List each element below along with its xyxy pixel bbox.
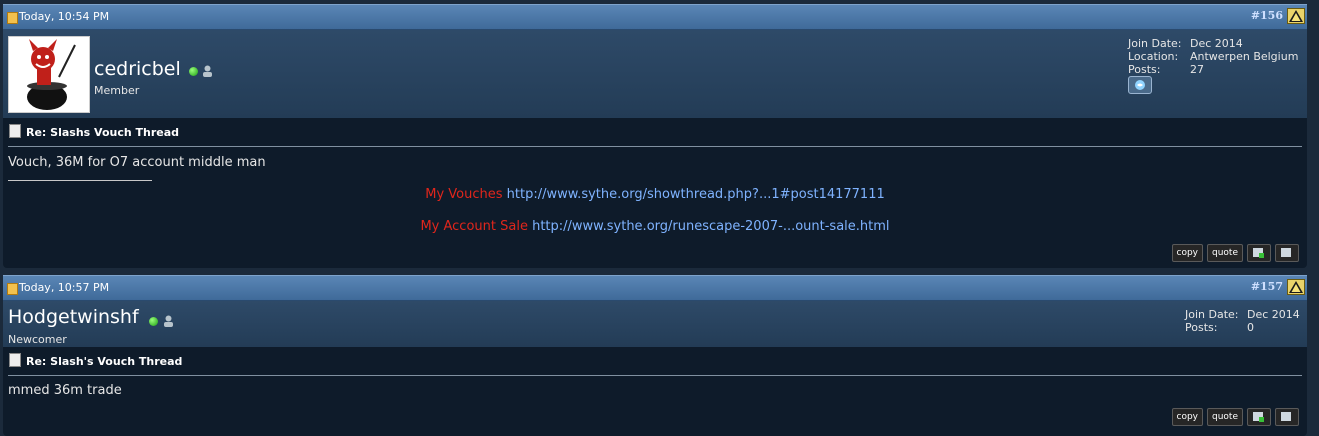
post-header: Today, 10:57 PM #157 bbox=[3, 275, 1307, 301]
post-content: Re: Slash's Vouch Thread mmed 36m trade … bbox=[3, 347, 1307, 436]
user-info: cedricbel Member Join Date: Dec 2014 Loca… bbox=[3, 30, 1307, 118]
post-number-link[interactable]: #156 bbox=[1251, 9, 1283, 22]
user-info: Hodgetwinshf Newcomer Join Date: Dec 2014… bbox=[3, 301, 1307, 347]
skype-icon[interactable] bbox=[1128, 76, 1152, 94]
user-icon[interactable] bbox=[163, 315, 174, 327]
join-date-label: Join Date: bbox=[1128, 37, 1182, 50]
post-actions: copy quote bbox=[1171, 408, 1299, 426]
posts-label: Posts: bbox=[1128, 63, 1161, 76]
doc-icon bbox=[7, 283, 18, 295]
username-link[interactable]: cedricbel bbox=[94, 58, 181, 80]
post-title-text: Re: Slashs Vouch Thread bbox=[26, 126, 180, 139]
post-156: Today, 10:54 PM #156 cedricbel Member Jo… bbox=[3, 4, 1307, 268]
copy-button[interactable]: copy bbox=[1171, 408, 1203, 426]
post-date: Today, 10:54 PM bbox=[19, 10, 110, 23]
signature-link[interactable]: http://www.sythe.org/showthread.php?...1… bbox=[507, 187, 885, 202]
post-title: Re: Slash's Vouch Thread bbox=[9, 353, 182, 368]
signature-line: My Account Sale http://www.sythe.org/run… bbox=[3, 219, 1307, 234]
posts-label: Posts: bbox=[1185, 321, 1218, 334]
quote-button[interactable]: quote bbox=[1207, 244, 1243, 262]
join-date-value: Dec 2014 bbox=[1247, 308, 1300, 321]
edit-icon[interactable] bbox=[1275, 408, 1299, 426]
warning-icon[interactable] bbox=[1287, 8, 1305, 24]
online-dot-icon bbox=[149, 317, 158, 326]
post-title-text: Re: Slash's Vouch Thread bbox=[26, 355, 183, 368]
post-title: Re: Slashs Vouch Thread bbox=[9, 124, 179, 139]
signature-link[interactable]: http://www.sythe.org/runescape-2007-...o… bbox=[532, 219, 889, 234]
post-message: Vouch, 36M for O7 account middle man bbox=[8, 155, 266, 170]
title-divider bbox=[8, 146, 1302, 147]
location-value: Antwerpen Belgium bbox=[1190, 50, 1299, 63]
username-link[interactable]: Hodgetwinshf bbox=[8, 306, 139, 328]
join-date-label: Join Date: bbox=[1185, 308, 1239, 321]
page-icon bbox=[9, 353, 21, 367]
quote-button[interactable]: quote bbox=[1207, 408, 1243, 426]
copy-button[interactable]: copy bbox=[1171, 244, 1203, 262]
post-157: Today, 10:57 PM #157 Hodgetwinshf Newcom… bbox=[3, 275, 1307, 436]
doc-icon bbox=[7, 12, 18, 24]
posts-value: 27 bbox=[1190, 63, 1204, 76]
posts-value: 0 bbox=[1247, 321, 1254, 334]
signature-line: My Vouches http://www.sythe.org/showthre… bbox=[3, 187, 1307, 202]
online-dot-icon bbox=[189, 67, 198, 76]
user-stats: Join Date: Dec 2014 Location: Antwerpen Be… bbox=[1128, 37, 1298, 76]
signature-divider bbox=[8, 180, 152, 181]
edit-icon[interactable] bbox=[1275, 244, 1299, 262]
location-label: Location: bbox=[1128, 50, 1179, 63]
user-stats: Join Date: Dec 2014 Posts: 0 bbox=[1185, 308, 1300, 334]
post-actions: copy quote bbox=[1171, 244, 1299, 262]
signature-label: My Account Sale bbox=[420, 219, 528, 234]
post-content: Re: Slashs Vouch Thread Vouch, 36M for O… bbox=[3, 118, 1307, 268]
user-icon[interactable] bbox=[202, 65, 213, 77]
post-date: Today, 10:57 PM bbox=[19, 281, 110, 294]
join-date-value: Dec 2014 bbox=[1190, 37, 1243, 50]
user-title: Newcomer bbox=[8, 333, 67, 346]
page-icon bbox=[9, 124, 21, 138]
multiquote-icon[interactable] bbox=[1247, 244, 1271, 262]
title-divider bbox=[8, 375, 1302, 376]
signature-label: My Vouches bbox=[425, 187, 503, 202]
warning-icon[interactable] bbox=[1287, 279, 1305, 295]
post-header: Today, 10:54 PM #156 bbox=[3, 4, 1307, 30]
post-number-link[interactable]: #157 bbox=[1251, 280, 1283, 293]
user-title: Member bbox=[94, 84, 140, 97]
multiquote-icon[interactable] bbox=[1247, 408, 1271, 426]
avatar[interactable] bbox=[8, 36, 90, 113]
post-message: mmed 36m trade bbox=[8, 383, 122, 398]
